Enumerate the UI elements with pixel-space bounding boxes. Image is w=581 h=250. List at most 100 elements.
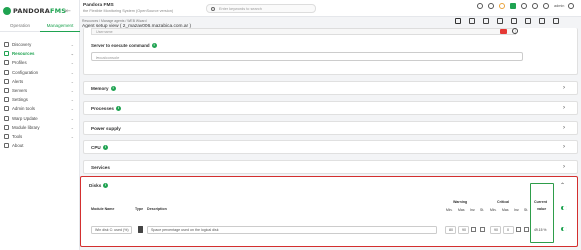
current-value: 49.15 %: [534, 228, 547, 232]
chevron-right-icon[interactable]: ›: [563, 85, 565, 91]
col-warn-max: Max.: [458, 208, 466, 212]
sidebar-tabs: Operation Management: [0, 20, 80, 32]
section-services[interactable]: Services ›: [83, 160, 578, 174]
help-icon[interactable]: [543, 3, 549, 9]
settings-icon[interactable]: [525, 18, 531, 24]
sidebar-item-label: Tools: [12, 133, 23, 139]
server-exec-select[interactable]: Localconsole ⌄: [91, 52, 523, 61]
crit-min-input[interactable]: 90: [490, 226, 501, 234]
sidebar-item-resources[interactable]: Resources ⌄: [0, 49, 80, 58]
chevron-down-icon: ⌄: [70, 60, 74, 66]
top-header: Pandora FMS the Flexible Monitoring Syst…: [80, 0, 581, 17]
sidebar-item-label: Alerts: [12, 78, 24, 84]
logout-icon[interactable]: [568, 3, 575, 9]
sidebar-item-settings[interactable]: Settings ⌄: [0, 95, 80, 104]
chevron-down-icon: ⌄: [70, 42, 74, 47]
clock-icon[interactable]: [488, 3, 494, 9]
view-icon[interactable]: [512, 28, 518, 34]
sidebar-item-label: Servers: [12, 88, 28, 94]
warn-max-input[interactable]: 90: [458, 226, 469, 234]
sidebar-item-module-library[interactable]: Module library ⌄: [0, 123, 80, 132]
chevron-right-icon[interactable]: ›: [563, 125, 565, 131]
warn-str-checkbox[interactable]: [480, 227, 485, 232]
sidebar-item-label: Warp Update: [12, 115, 38, 121]
brand-part2: FMS: [50, 7, 67, 15]
section-title: CPU i: [91, 145, 108, 151]
search-placeholder: Enter keywords to search: [219, 6, 262, 11]
search-input[interactable]: Enter keywords to search: [206, 4, 316, 13]
collapse-sidebar-icon[interactable]: ⇤: [65, 7, 71, 15]
module-name-input[interactable]: Win disk C: used (%): [91, 226, 132, 234]
warn-inv-checkbox[interactable]: [471, 227, 476, 232]
sidebar-item-servers[interactable]: Servers ⌄: [0, 86, 80, 95]
info-icon[interactable]: i: [103, 183, 109, 189]
server-exec-label: Server to execute command i: [91, 43, 157, 49]
tab-management[interactable]: Management: [40, 20, 80, 32]
select-all-toggle[interactable]: [561, 206, 567, 210]
chevron-down-icon: ⌄: [96, 54, 100, 59]
col-crit-str: St.: [524, 208, 529, 212]
sidebar-item-label: Configuration: [12, 69, 39, 75]
settings-gear-icon[interactable]: [532, 3, 538, 9]
section-title[interactable]: Disks i: [89, 183, 109, 189]
section-processes[interactable]: Processes i ›: [83, 101, 578, 115]
chevron-down-icon: ⌄: [70, 69, 74, 75]
tree-icon[interactable]: [511, 18, 517, 24]
alerts-icon: [4, 78, 9, 84]
sidebar-item-discovery[interactable]: Discovery ⌄: [0, 40, 80, 49]
notifications-icon[interactable]: [477, 3, 483, 9]
wrench-icon[interactable]: [499, 3, 505, 9]
col-current: Current: [534, 200, 547, 204]
section-title: Memory i: [91, 86, 116, 92]
sidebar-item-alerts[interactable]: Alerts ⌄: [0, 77, 80, 86]
more-icon[interactable]: [553, 18, 559, 24]
info-icon[interactable]: i: [116, 106, 121, 112]
servers-icon: [4, 88, 9, 94]
update-icon: [4, 115, 9, 121]
crit-max-input[interactable]: 0: [503, 226, 514, 234]
wizard-icon[interactable]: [455, 18, 461, 24]
sidebar-item-label: Discovery: [12, 42, 32, 48]
library-icon: [4, 124, 9, 130]
chevron-up-icon[interactable]: ⌃: [560, 182, 565, 189]
remove-credential-button[interactable]: [500, 29, 507, 34]
location-icon[interactable]: [469, 18, 475, 24]
col-value: value: [537, 207, 547, 211]
sidebar-item-tools[interactable]: Tools ⌄: [0, 132, 80, 141]
description-input[interactable]: Space percentage used on the logical dis…: [147, 226, 437, 234]
events-icon[interactable]: [510, 3, 516, 9]
status-icon[interactable]: [521, 3, 527, 9]
section-title: Power supply: [91, 126, 121, 131]
info-icon: [4, 143, 9, 149]
sidebar-item-label: Profiles: [12, 60, 27, 66]
chevron-right-icon[interactable]: ›: [563, 105, 565, 111]
table-icon[interactable]: [497, 18, 503, 24]
section-memory[interactable]: Memory i ›: [83, 81, 578, 95]
graph-icon[interactable]: [483, 18, 489, 24]
sidebar-item-about[interactable]: About: [0, 141, 80, 150]
sidebar-item-label: Admin tools: [12, 106, 35, 112]
tab-operation[interactable]: Operation: [0, 20, 40, 32]
sidebar-item-configuration[interactable]: Configuration ⌄: [0, 68, 80, 77]
sidebar-item-profiles[interactable]: Profiles ⌄: [0, 58, 80, 67]
username-field[interactable]: Username: [91, 28, 516, 35]
chevron-right-icon[interactable]: ›: [563, 164, 565, 170]
col-warn-min: Min.: [446, 208, 453, 212]
module-enable-toggle[interactable]: [561, 227, 567, 231]
info-icon[interactable]: i: [102, 145, 108, 151]
chevron-right-icon[interactable]: ›: [563, 144, 565, 150]
crit-str-checkbox[interactable]: [524, 227, 529, 232]
info-icon[interactable]: i: [110, 86, 116, 92]
user-name[interactable]: admin: [554, 4, 564, 8]
section-power-supply[interactable]: Power supply ›: [83, 121, 578, 135]
warn-min-input[interactable]: 80: [445, 226, 456, 234]
section-label: Power supply: [91, 126, 121, 131]
section-cpu[interactable]: CPU i ›: [83, 140, 578, 154]
app-subtitle: the Flexible Monitoring System (OpenSour…: [83, 9, 174, 13]
crit-inv-checkbox[interactable]: [516, 227, 521, 232]
sidebar-item-warp-update[interactable]: Warp Update ⌄: [0, 114, 80, 123]
sidebar-item-admin-tools[interactable]: Admin tools ⌄: [0, 104, 80, 113]
modules-icon[interactable]: [539, 18, 545, 24]
info-icon[interactable]: i: [151, 43, 157, 49]
section-title: Services: [91, 165, 110, 170]
